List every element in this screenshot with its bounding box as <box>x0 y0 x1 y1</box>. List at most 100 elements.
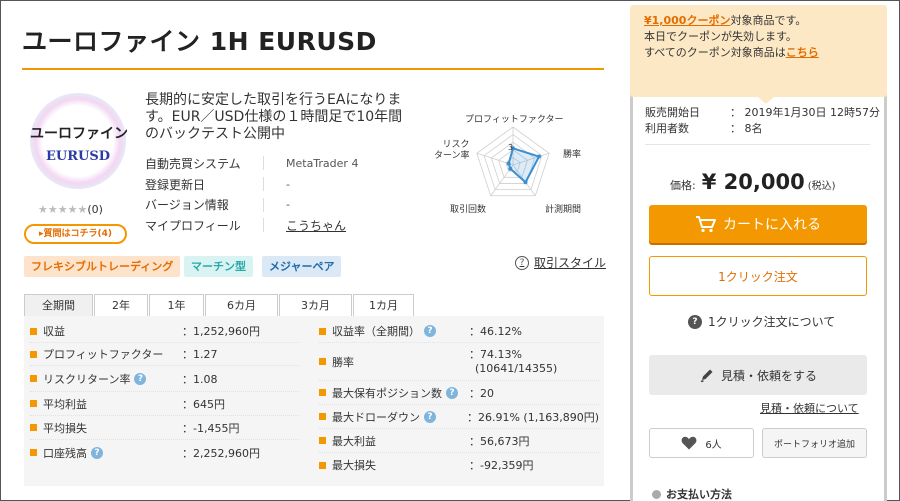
bullet-square <box>319 327 326 335</box>
period-tabs: 全期間 2年 1年 6カ月 3カ月 1カ月 <box>24 294 415 316</box>
rating-stars: ★★★★★ <box>38 203 88 216</box>
stat-value: ：1,252,960円 <box>182 325 260 338</box>
spec-list: 自動売買システム MetaTrader 4 登録更新日 - バージョン情報 - マイプ… <box>145 153 395 236</box>
stat-row: 平均利益 ：645円 <box>30 392 300 416</box>
tag-flexible[interactable]: フレキシブルトレーディング <box>24 256 181 277</box>
coupon-link[interactable]: ¥1,000クーポン <box>644 14 730 27</box>
stat-label: 収益率（全期間） <box>332 325 420 338</box>
stats-panel: 収益 ：1,252,960円 プロフィットファクター ：1.27 リスクリターン率?… <box>24 316 604 486</box>
tag-martingale[interactable]: マーチン型 <box>184 256 253 277</box>
spec-value: - <box>286 177 290 191</box>
radar-svg <box>476 126 550 197</box>
tab-1y[interactable]: 1年 <box>149 294 204 316</box>
stat-label: 最大保有ポジション数 <box>332 386 442 400</box>
title-divider <box>22 68 604 70</box>
estimate-about-link[interactable]: 見積・依頼について <box>760 400 859 416</box>
one-click-order-button[interactable]: 1クリック注文 <box>649 256 867 296</box>
stat-value: ：2,252,960円 <box>182 446 260 460</box>
radar-point <box>537 154 542 159</box>
heart-icon <box>681 436 697 450</box>
tab-1m[interactable]: 1カ月 <box>353 294 414 316</box>
help-icon[interactable]: ? <box>424 410 436 423</box>
help-icon[interactable]: ? <box>446 386 458 399</box>
bullet-square <box>30 449 37 456</box>
stat-row: 最大保有ポジション数? ：20 <box>319 381 599 405</box>
product-logo: ユーロファイン EURUSD <box>30 93 128 189</box>
stat-value-winrate: ：74.13% (10641/14355) <box>469 348 557 376</box>
page-title: ユーロファイン 1H EURUSD <box>22 27 377 56</box>
radar-label-pf: プロフィットファクター <box>465 115 564 125</box>
stat-value: ：1.27 <box>182 348 218 361</box>
bullet-square <box>319 358 326 365</box>
stat-value: ：-92,359円 <box>469 459 534 472</box>
stat-label: 勝率 <box>332 355 354 369</box>
stat-label: プロフィットファクター <box>43 348 164 361</box>
question-icon: ? <box>688 314 702 329</box>
add-portfolio-button[interactable]: ポートフォリオ追加 <box>762 428 867 458</box>
one-click-about[interactable]: ? 1クリック注文について <box>688 313 835 330</box>
trading-style-label: 取引スタイル <box>534 256 607 270</box>
profile-link[interactable]: こうちゃん <box>286 217 346 234</box>
stat-label: 最大ドローダウン <box>332 410 420 424</box>
cart-icon <box>696 216 716 233</box>
radar-label-period: 計測期間 <box>545 205 582 215</box>
stat-value: ：46.12% <box>469 325 522 338</box>
spec-row-profile: マイプロフィール こうちゃん <box>145 215 395 236</box>
spec-row-updated: 登録更新日 - <box>145 174 395 195</box>
tab-2y[interactable]: 2年 <box>94 294 148 316</box>
add-to-cart-button[interactable]: カートに入れる <box>649 205 867 243</box>
sales-info: 販売開始日 ： 2019年1月30日 12時57分 利用者数 ： 8名 <box>645 105 880 137</box>
logo-text-name: ユーロファイン <box>30 126 128 142</box>
spec-row-system: 自動売買システム MetaTrader 4 <box>145 153 395 174</box>
tag-major-pair[interactable]: メジャーペア <box>262 256 342 277</box>
stat-label: リスクリターン率 <box>43 372 131 386</box>
stat-value: ：56,673円 <box>469 434 530 448</box>
like-button[interactable]: 6人 <box>649 428 754 458</box>
radar-label-trades: 取引回数 <box>450 205 487 215</box>
stat-row: 最大利益 ：56,673円 <box>319 429 599 453</box>
tab-6m[interactable]: 6カ月 <box>205 294 278 316</box>
price-value: ¥ 20,000 <box>701 170 805 194</box>
stat-label: 最大利益 <box>332 434 376 448</box>
stats-right: 収益率（全期間）? ：46.12% 勝率 ：74.13% (10641/14355) … <box>319 320 599 477</box>
spec-value: MetaTrader 4 <box>286 156 359 170</box>
stat-label: 収益 <box>43 325 65 338</box>
bullet-square <box>319 461 326 469</box>
coupon-all-link[interactable]: こちら <box>786 46 819 59</box>
question-button[interactable]: ▸質問はコチラ(4) <box>24 224 127 244</box>
spec-separator <box>263 197 264 212</box>
tab-3m[interactable]: 3カ月 <box>279 294 352 316</box>
tab-all[interactable]: 全期間 <box>24 294 93 316</box>
help-icon[interactable]: ? <box>91 446 103 459</box>
one-click-about-label: 1クリック注文について <box>708 315 836 329</box>
trading-style-link[interactable]: ? 取引スタイル <box>515 254 606 271</box>
bullet-square <box>30 327 37 335</box>
stat-label: 口座残高 <box>43 446 87 460</box>
price-label: 価格: <box>670 179 696 192</box>
users-label: 利用者数 <box>645 122 689 135</box>
radar-point <box>523 180 528 185</box>
bullet-dot <box>652 489 661 499</box>
bullet-square <box>30 424 37 431</box>
estimate-request-button[interactable]: 見積・依頼をする <box>649 355 867 395</box>
spec-separator <box>263 177 264 192</box>
help-icon[interactable]: ? <box>134 372 147 385</box>
radar-label-riskreturn: リスク ターン率 <box>434 140 470 161</box>
coupon-expiry: 本日でクーポンが失効します。 <box>644 30 797 43</box>
stat-value: ：20 <box>469 386 494 400</box>
spec-key: 登録更新日 <box>145 177 206 192</box>
add-to-cart-label: カートに入れる <box>723 217 821 233</box>
stat-row: 平均損失 ：-1,455円 <box>30 416 300 440</box>
stat-row: 勝率 ：74.13% (10641/14355) <box>319 343 599 381</box>
radar-scale-label: 3 <box>508 143 514 152</box>
radar-chart: プロフィットファクター 勝率 計測期間 取引回数 リスク ターン率 3 <box>420 110 600 220</box>
stat-row: 口座残高? ：2,252,960円 <box>30 440 300 465</box>
help-icon[interactable]: ? <box>424 325 436 337</box>
bullet-square <box>319 437 326 444</box>
radar-label-winrate: 勝率 <box>563 150 582 160</box>
stat-row: 最大損失 ：-92,359円 <box>319 453 599 477</box>
spec-separator <box>263 218 264 233</box>
stat-value: ：26.91% (1,163,890円) <box>466 410 599 424</box>
radar-point <box>508 166 513 171</box>
stat-value: ：74.13% <box>469 347 522 361</box>
